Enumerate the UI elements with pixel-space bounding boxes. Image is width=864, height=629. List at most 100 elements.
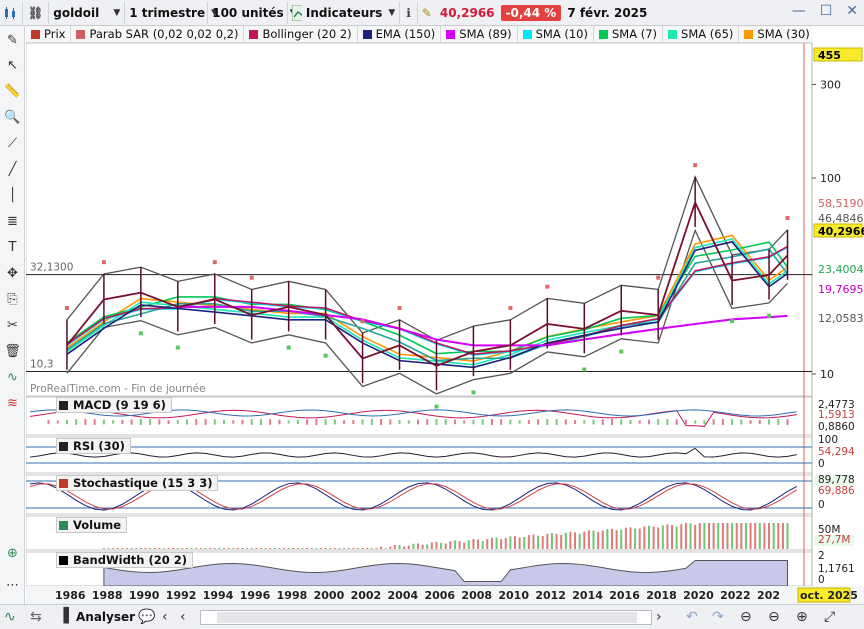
redo-icon[interactable]: ↷ (712, 609, 724, 625)
tools-icon[interactable]: ✂ (3, 316, 22, 335)
legend-item[interactable]: Bollinger (20 2) (244, 26, 358, 42)
reference-line-label: 10,3 (30, 358, 53, 370)
macd-histogram-bar (786, 419, 789, 425)
rsi-pane-title[interactable]: RSI (30) (56, 438, 131, 454)
fibonacci-icon[interactable]: ≣ (3, 212, 22, 231)
info-icon[interactable]: ℹ (400, 1, 418, 24)
macd-histogram-bar (694, 420, 697, 424)
legend-item[interactable]: SMA (65) (663, 26, 740, 42)
macd-histogram-bar (315, 419, 318, 425)
volume-bar (721, 523, 724, 549)
volume-bar (726, 523, 729, 549)
zoom-icon[interactable]: 🔍 (3, 108, 22, 127)
analyse-icon[interactable]: ▐ (58, 608, 69, 624)
zoom-out-icon[interactable]: ⊖ (768, 609, 780, 625)
units-selector[interactable]: 100 unités ▼ (208, 1, 297, 24)
zoom-reset-icon[interactable]: ⤢ (824, 609, 835, 625)
macd-histogram-bar (481, 419, 484, 425)
volume-bar (338, 548, 341, 549)
volume-bar (329, 548, 332, 549)
chevron-down-icon: ▼ (388, 7, 396, 18)
trend-indicator-icon[interactable]: ∿ (3, 368, 22, 387)
legend-item[interactable]: SMA (89) (441, 26, 518, 42)
macd-pane-title[interactable]: MACD (9 19 6) (56, 397, 172, 413)
volume-bar (634, 528, 637, 549)
line-icon[interactable]: ╱ (3, 160, 22, 179)
copy-icon[interactable]: ⎘ (3, 290, 22, 309)
volume-bar (444, 543, 447, 549)
edit-icon[interactable]: ✎ (418, 2, 436, 24)
sar-dot (64, 306, 69, 311)
chart-area[interactable]: 300 100 10 32,1300 10,3 ProRealTime.com - Fin… (25, 42, 864, 604)
legend-swatch (744, 29, 754, 39)
macd-histogram-bar (537, 419, 540, 425)
instrument-selector[interactable]: goldoil ▼ (49, 1, 126, 24)
macd-histogram-bar (361, 419, 364, 425)
macd-histogram-bar (241, 419, 244, 425)
rsi-axis-label: 100 (818, 434, 838, 446)
volume-bar (458, 541, 461, 549)
scroll-right-icon[interactable]: › (656, 609, 662, 625)
x-axis-year-label: 1992 (166, 589, 197, 602)
time-scrollbar[interactable] (200, 610, 652, 625)
legend-item[interactable]: SMA (10) (518, 26, 594, 42)
sar-dot (101, 260, 106, 265)
ruler-icon[interactable]: 📏 (3, 82, 22, 101)
legend-item[interactable]: SMA (7) (594, 26, 664, 42)
undo-icon[interactable]: ↶ (686, 609, 698, 625)
x-axis-year-label: 1986 (55, 589, 86, 602)
stoch-pane-title[interactable]: Stochastique (15 3 3) (56, 475, 219, 491)
volume-bar (370, 548, 373, 549)
maximize-icon[interactable]: ☐ (820, 3, 833, 19)
legend-label: Parab SAR (0,02 0,02 0,2) (89, 27, 239, 41)
legend-item[interactable]: SMA (30) (739, 26, 812, 42)
legend-item[interactable]: Parab SAR (0,02 0,02 0,2) (71, 26, 245, 42)
analyser-button[interactable]: Analyser (76, 610, 135, 624)
volume-bar (324, 548, 327, 549)
volume-bar (232, 548, 235, 549)
alert-icon[interactable]: ⊕ (3, 544, 22, 563)
chart-svg[interactable]: 300 100 10 32,1300 10,3 ProRealTime.com - Fin… (25, 42, 864, 604)
vertical-line-icon[interactable]: │ (3, 186, 22, 205)
volume-pane-title[interactable]: Volume (56, 517, 128, 533)
volume-bar (112, 548, 115, 549)
volume-bar (481, 541, 484, 549)
scrollbar-thumb[interactable] (217, 612, 637, 623)
share-icon[interactable]: ⇆ (30, 609, 42, 625)
zoom-fit-icon[interactable]: ⊖ (740, 609, 752, 625)
zoom-in-icon[interactable]: ⊕ (796, 609, 808, 625)
close-icon[interactable]: ✕ (846, 3, 858, 19)
macd-histogram-bar (296, 419, 299, 425)
trash-icon[interactable]: 🗑 (3, 342, 22, 361)
volume-swatch (59, 520, 68, 530)
macd-histogram-bar (463, 420, 466, 424)
cursor-icon[interactable]: ↖ (3, 56, 22, 75)
scroll-left-fast-icon[interactable]: ‹ (162, 609, 168, 625)
link-icon[interactable]: ⛓ (23, 1, 50, 24)
app-menu-icon[interactable] (0, 1, 23, 24)
legend-item[interactable]: Prix (26, 26, 72, 42)
volume-bar (361, 548, 364, 549)
bandwidth-pane-title[interactable]: BandWidth (20 2) (56, 552, 194, 568)
trend-icon[interactable]: ∿ (4, 609, 16, 625)
sar-dot (656, 275, 661, 280)
pencil-icon[interactable]: ✎ (3, 31, 22, 50)
chat-icon[interactable]: 💬 (138, 609, 155, 625)
period-selector[interactable]: 1 trimestre ▼ (125, 1, 218, 24)
scroll-left-icon[interactable]: ‹ (180, 609, 186, 625)
more-icon[interactable]: ⋯ (3, 576, 22, 595)
macd-histogram-bar (370, 419, 373, 425)
minimize-icon[interactable]: — (792, 3, 806, 19)
indicators-button[interactable]: Indicateurs ▼ (288, 1, 401, 24)
volume-bar (615, 530, 618, 549)
price-label: 58,5190 (818, 197, 864, 210)
move-icon[interactable]: ✥ (3, 264, 22, 283)
macd-histogram-bar (186, 419, 189, 425)
sar-dot (434, 404, 439, 409)
legend-item[interactable]: EMA (150) (358, 26, 442, 42)
text-icon[interactable]: T (3, 238, 22, 257)
volume-bar (518, 537, 521, 549)
scanner-icon[interactable]: ≋ (3, 394, 22, 413)
price-label: 12,0583 (818, 312, 864, 325)
segment-icon[interactable]: ⟋ (3, 134, 22, 153)
